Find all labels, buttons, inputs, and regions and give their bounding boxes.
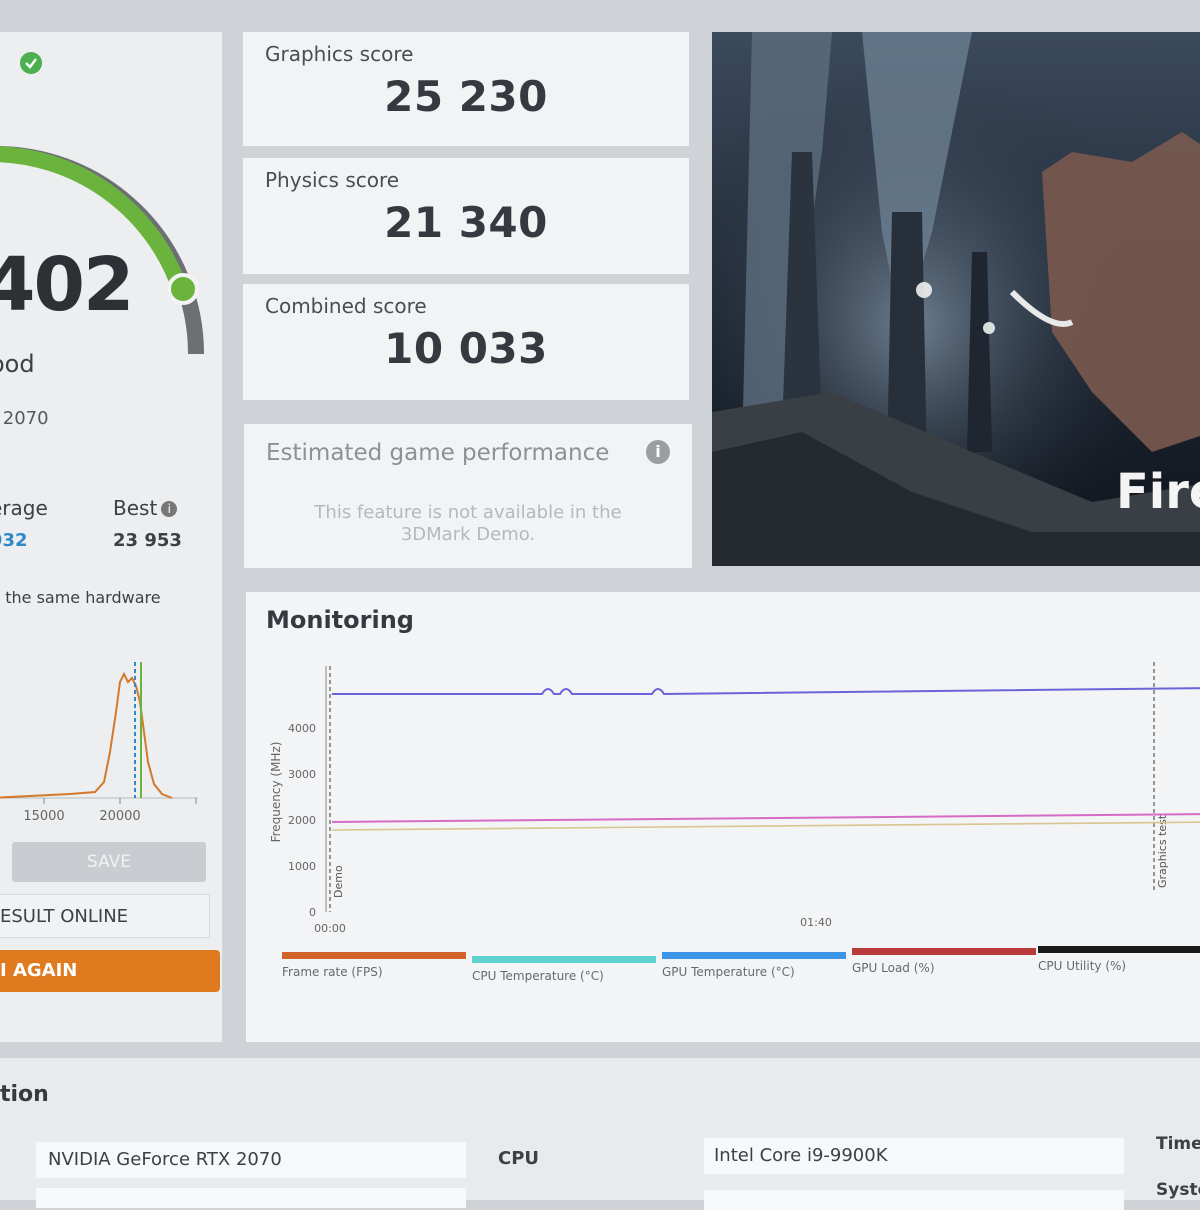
- x-tick-0000: 00:00: [314, 922, 346, 935]
- legend-frame-rate[interactable]: Frame rate (FPS): [282, 952, 466, 979]
- legend-cpu-utility[interactable]: CPU Utility (%): [1038, 946, 1200, 973]
- score-rating: ood: [0, 350, 35, 378]
- info-icon[interactable]: i: [161, 501, 178, 517]
- physics-score-value: 21 340: [384, 198, 548, 247]
- estimated-performance-title: Estimated game performance: [266, 440, 610, 466]
- score-distribution-chart: 15000 20000: [0, 662, 198, 824]
- cpu-detail-row: [704, 1190, 1124, 1210]
- system-information-section: tion NVIDIA GeForce RTX 2070 CPU Intel C…: [0, 1058, 1200, 1210]
- best-value: 23 953: [113, 530, 182, 551]
- benchmark-artwork: Fire: [712, 32, 1200, 566]
- graphics-score-value: 25 230: [384, 72, 548, 121]
- combined-score-value: 10 033: [384, 324, 548, 373]
- gpu-value: NVIDIA GeForce RTX 2070: [36, 1142, 466, 1178]
- system-label: Syste: [1156, 1180, 1200, 1200]
- same-hardware-caption: n the same hardware: [0, 588, 161, 607]
- legend-label: CPU Utility (%): [1038, 959, 1127, 973]
- view-result-online-button[interactable]: ESULT ONLINE: [0, 894, 210, 938]
- dist-tick-15000: 15000: [23, 809, 64, 824]
- combined-score-label: Combined score: [265, 294, 427, 318]
- best-label-text: Best: [113, 496, 158, 520]
- y-tick-4000: 4000: [288, 722, 316, 735]
- legend-gpu-temperature[interactable]: GPU Temperature (°C): [662, 952, 846, 979]
- legend-swatch: [852, 948, 1036, 955]
- x-tick-0140: 01:40: [800, 916, 832, 929]
- legend-swatch: [282, 952, 466, 959]
- graphics-score-card: Graphics score 25 230: [243, 32, 689, 146]
- y-tick-0: 0: [309, 906, 316, 919]
- run-again-button[interactable]: I AGAIN: [0, 950, 220, 992]
- legend-cpu-temperature[interactable]: CPU Temperature (°C): [472, 956, 656, 983]
- overall-score-panel: 402 ood ( 2070 erage 932 Besti 23 953 n …: [0, 32, 222, 1042]
- distribution-curve: [0, 671, 173, 799]
- gpu-clock-line: [331, 813, 1200, 823]
- benchmark-title: Fire: [1116, 464, 1200, 520]
- legend-swatch: [662, 952, 846, 959]
- info-icon[interactable]: i: [646, 440, 670, 464]
- cpu-value: Intel Core i9-9900K: [704, 1138, 1124, 1174]
- cpu-label: CPU: [498, 1148, 540, 1169]
- legend-swatch: [472, 956, 656, 963]
- estimated-performance-message: This feature is not available in the 3DM…: [314, 502, 622, 545]
- legend-label: CPU Temperature (°C): [472, 969, 604, 983]
- cpu-clock-line: [332, 687, 1200, 696]
- overall-score: 402: [0, 242, 134, 328]
- score-gauge: [0, 145, 204, 355]
- y-tick-1000: 1000: [288, 860, 316, 873]
- gpu-detail-row: [36, 1188, 466, 1208]
- monitoring-chart: Frequency (MHz) 4000 3000 2000 1000 0 00…: [269, 662, 1200, 935]
- legend-label: GPU Load (%): [852, 961, 935, 975]
- legend-label: GPU Temperature (°C): [662, 965, 795, 979]
- best-label: Best i: [113, 496, 178, 520]
- check-icon: [20, 52, 42, 74]
- legend-label: Frame rate (FPS): [282, 965, 383, 979]
- y-axis-label: Frequency (MHz): [269, 742, 283, 843]
- y-tick-2000: 2000: [288, 814, 316, 827]
- physics-score-label: Physics score: [265, 168, 400, 192]
- dist-tick-20000: 20000: [99, 809, 140, 824]
- graphics-test-marker-label: Graphics test: [1156, 814, 1169, 888]
- legend-swatch: [1038, 946, 1200, 953]
- y-tick-3000: 3000: [288, 768, 316, 781]
- estimated-game-performance-card: Estimated game performance i This featur…: [244, 424, 692, 568]
- demo-marker-label: Demo: [332, 865, 345, 898]
- average-value[interactable]: 932: [0, 530, 28, 551]
- time-label: Time: [1156, 1134, 1200, 1154]
- gpu-memory-line: [331, 821, 1200, 831]
- gpu-name: ( 2070: [0, 408, 49, 429]
- combined-score-card: Combined score 10 033: [243, 284, 689, 400]
- legend-gpu-load[interactable]: GPU Load (%): [852, 948, 1036, 975]
- average-label: erage: [0, 496, 48, 520]
- gauge-knob: [167, 273, 199, 305]
- save-button[interactable]: SAVE: [12, 842, 206, 882]
- physics-score-card: Physics score 21 340: [243, 158, 689, 274]
- graphics-score-label: Graphics score: [265, 42, 414, 66]
- system-information-title: tion: [0, 1082, 49, 1107]
- monitoring-panel: Monitoring Frequency (MHz) 4000 3000 200…: [246, 592, 1200, 1042]
